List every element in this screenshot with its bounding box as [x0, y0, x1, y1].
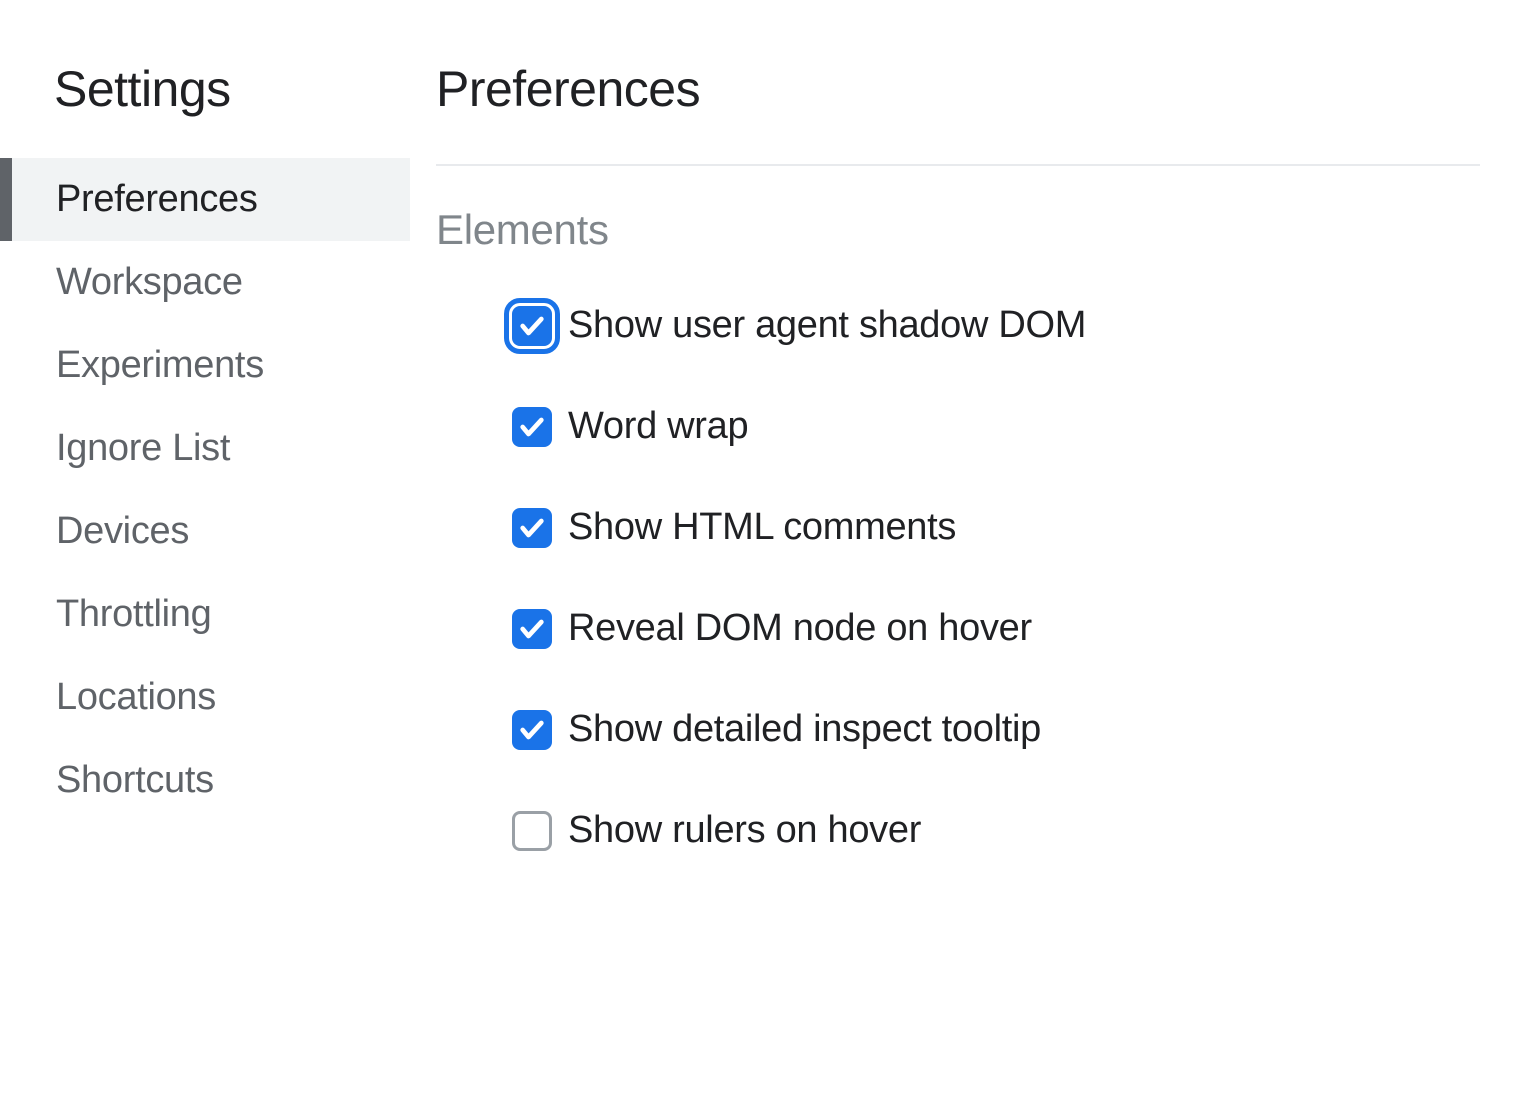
option-label: Show detailed inspect tooltip [568, 708, 1041, 751]
option-word-wrap: Word wrap [512, 405, 1480, 448]
divider [436, 164, 1480, 166]
sidebar-item-label: Shortcuts [56, 759, 214, 801]
sidebar-nav: Preferences Workspace Experiments Ignore… [0, 158, 410, 822]
checkbox-show-html-comments[interactable] [512, 508, 552, 548]
sidebar-item-label: Throttling [56, 593, 211, 635]
section-heading-elements: Elements [436, 206, 1480, 254]
sidebar-title: Settings [0, 60, 410, 118]
checkbox-show-rulers-on-hover[interactable] [512, 811, 552, 851]
sidebar-item-workspace[interactable]: Workspace [0, 241, 410, 324]
option-label: Word wrap [568, 405, 748, 448]
check-icon [518, 716, 546, 744]
option-reveal-dom-node-on-hover: Reveal DOM node on hover [512, 607, 1480, 650]
sidebar-item-locations[interactable]: Locations [0, 656, 410, 739]
checkbox-show-detailed-inspect-tooltip[interactable] [512, 710, 552, 750]
page-title: Preferences [436, 60, 1480, 118]
sidebar-item-label: Experiments [56, 344, 264, 386]
option-show-detailed-inspect-tooltip: Show detailed inspect tooltip [512, 708, 1480, 751]
sidebar-item-label: Devices [56, 510, 189, 552]
sidebar-item-label: Ignore List [56, 427, 230, 469]
check-icon [518, 514, 546, 542]
main-content: Preferences Elements Show user agent sha… [410, 0, 1520, 1110]
checkbox-reveal-dom-node-on-hover[interactable] [512, 609, 552, 649]
checkbox-show-user-agent-shadow-dom[interactable] [512, 306, 552, 346]
check-icon [518, 312, 546, 340]
check-icon [518, 413, 546, 441]
sidebar-item-preferences[interactable]: Preferences [0, 158, 410, 241]
option-label: Reveal DOM node on hover [568, 607, 1032, 650]
option-label: Show user agent shadow DOM [568, 304, 1086, 347]
sidebar-item-throttling[interactable]: Throttling [0, 573, 410, 656]
sidebar-item-devices[interactable]: Devices [0, 490, 410, 573]
check-icon [518, 615, 546, 643]
sidebar-item-label: Preferences [56, 178, 258, 220]
sidebar-item-label: Locations [56, 676, 216, 718]
option-label: Show rulers on hover [568, 809, 921, 852]
settings-sidebar: Settings Preferences Workspace Experimen… [0, 0, 410, 1110]
option-show-user-agent-shadow-dom: Show user agent shadow DOM [512, 304, 1480, 347]
option-show-html-comments: Show HTML comments [512, 506, 1480, 549]
option-label: Show HTML comments [568, 506, 956, 549]
sidebar-item-ignore-list[interactable]: Ignore List [0, 407, 410, 490]
checkbox-word-wrap[interactable] [512, 407, 552, 447]
sidebar-item-label: Workspace [56, 261, 243, 303]
sidebar-item-shortcuts[interactable]: Shortcuts [0, 739, 410, 822]
options-list: Show user agent shadow DOM Word wrap Sho… [436, 304, 1480, 852]
option-show-rulers-on-hover: Show rulers on hover [512, 809, 1480, 852]
sidebar-item-experiments[interactable]: Experiments [0, 324, 410, 407]
